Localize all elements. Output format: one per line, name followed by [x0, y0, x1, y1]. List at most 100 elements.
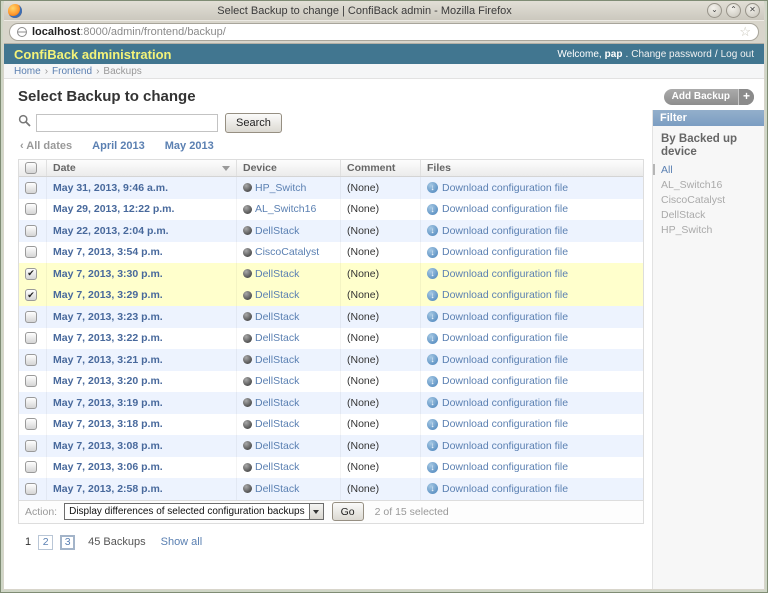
may-2013-link[interactable]: May 2013 — [165, 140, 214, 152]
download-link[interactable]: Download configuration file — [442, 397, 568, 409]
page-3-link[interactable]: 3 — [60, 535, 75, 550]
device-link[interactable]: HP_Switch — [255, 182, 306, 194]
download-link[interactable]: Download configuration file — [442, 461, 568, 473]
row-checkbox[interactable]: ✔ — [25, 268, 37, 280]
row-checkbox[interactable] — [25, 397, 37, 409]
row-checkbox[interactable] — [25, 246, 37, 258]
search-toolbar: Search — [18, 113, 648, 133]
row-checkbox[interactable] — [25, 311, 37, 323]
window-shade-button[interactable]: ⌄ — [707, 3, 722, 18]
device-link[interactable]: DellStack — [255, 440, 299, 452]
filter-option[interactable]: HP_Switch — [653, 222, 764, 237]
window-maximize-button[interactable]: ⌃ — [726, 3, 741, 18]
search-input[interactable] — [36, 114, 218, 132]
device-link[interactable]: DellStack — [255, 268, 299, 280]
window-close-button[interactable]: ✕ — [745, 3, 760, 18]
row-checkbox[interactable] — [25, 418, 37, 430]
device-link[interactable]: DellStack — [255, 289, 299, 301]
download-link[interactable]: Download configuration file — [442, 182, 568, 194]
download-link[interactable]: Download configuration file — [442, 354, 568, 366]
row-checkbox[interactable] — [25, 203, 37, 215]
bookmark-star-icon[interactable]: ☆ — [739, 27, 751, 37]
device-link[interactable]: CiscoCatalyst — [255, 246, 319, 258]
download-link[interactable]: Download configuration file — [442, 440, 568, 452]
device-link[interactable]: DellStack — [255, 354, 299, 366]
logout-link[interactable]: Log out — [721, 49, 754, 60]
row-checkbox[interactable] — [25, 375, 37, 387]
download-link[interactable]: Download configuration file — [442, 203, 568, 215]
backups-table: Date Device Comment Files May 31, 2013, … — [18, 159, 644, 524]
filter-option[interactable]: All — [653, 162, 764, 177]
backup-date-link[interactable]: May 31, 2013, 9:46 a.m. — [53, 182, 168, 194]
device-link[interactable]: DellStack — [255, 332, 299, 344]
url-bar[interactable]: localhost :8000/admin/frontend/backup/ ☆ — [9, 23, 759, 41]
backup-date-link[interactable]: May 7, 2013, 3:06 p.m. — [53, 461, 163, 473]
breadcrumb-frontend[interactable]: Frontend — [52, 66, 92, 77]
row-checkbox[interactable] — [25, 354, 37, 366]
all-dates-link[interactable]: ‹ All dates — [20, 140, 72, 152]
row-checkbox[interactable] — [25, 483, 37, 495]
filter-option[interactable]: DellStack — [653, 207, 764, 222]
files-cell: ↓Download configuration file — [421, 349, 643, 371]
backup-date-link[interactable]: May 7, 2013, 3:54 p.m. — [53, 246, 163, 258]
row-checkbox[interactable]: ✔ — [25, 289, 37, 301]
backup-date-link[interactable]: May 7, 2013, 3:18 p.m. — [53, 418, 163, 430]
device-link[interactable]: DellStack — [255, 311, 299, 323]
download-link[interactable]: Download configuration file — [442, 375, 568, 387]
device-link[interactable]: DellStack — [255, 225, 299, 237]
download-link[interactable]: Download configuration file — [442, 246, 568, 258]
row-checkbox[interactable] — [25, 461, 37, 473]
show-all-link[interactable]: Show all — [161, 536, 203, 548]
backup-date-link[interactable]: May 7, 2013, 3:20 p.m. — [53, 375, 163, 387]
welcome-text: Welcome, — [557, 49, 601, 60]
download-link[interactable]: Download configuration file — [442, 332, 568, 344]
device-cell: DellStack — [237, 392, 341, 414]
download-link[interactable]: Download configuration file — [442, 268, 568, 280]
download-link[interactable]: Download configuration file — [442, 289, 568, 301]
device-link[interactable]: DellStack — [255, 397, 299, 409]
site-branding[interactable]: ConfiBack administration — [14, 47, 171, 62]
row-checkbox[interactable] — [25, 225, 37, 237]
row-checkbox[interactable] — [25, 440, 37, 452]
device-link[interactable]: AL_Switch16 — [255, 203, 316, 215]
firefox-window: Select Backup to change | ConfiBack admi… — [0, 0, 768, 593]
files-cell: ↓Download configuration file — [421, 478, 643, 500]
add-backup-button[interactable]: Add Backup + — [664, 89, 754, 105]
page-2-link[interactable]: 2 — [38, 535, 53, 550]
change-password-link[interactable]: Change password — [631, 49, 712, 60]
backup-date-link[interactable]: May 7, 2013, 3:19 p.m. — [53, 397, 163, 409]
backup-date-link[interactable]: May 22, 2013, 2:04 p.m. — [53, 225, 169, 237]
backup-date-link[interactable]: May 7, 2013, 3:30 p.m. — [53, 268, 163, 280]
backup-date-link[interactable]: May 29, 2013, 12:22 p.m. — [53, 203, 174, 215]
backup-date-link[interactable]: May 7, 2013, 3:08 p.m. — [53, 440, 163, 452]
row-checkbox[interactable] — [25, 332, 37, 344]
device-link[interactable]: DellStack — [255, 375, 299, 387]
go-button[interactable]: Go — [332, 502, 364, 521]
backup-date-link[interactable]: May 7, 2013, 3:22 p.m. — [53, 332, 163, 344]
backup-date-link[interactable]: May 7, 2013, 3:23 p.m. — [53, 311, 163, 323]
breadcrumb-home[interactable]: Home — [14, 66, 41, 77]
row-checkbox[interactable] — [25, 182, 37, 194]
checkbox-cell — [19, 177, 47, 199]
search-button[interactable]: Search — [225, 113, 282, 133]
comment-column-header: Comment — [341, 160, 421, 176]
select-all-checkbox[interactable] — [25, 162, 37, 174]
backup-date-link[interactable]: May 7, 2013, 2:58 p.m. — [53, 483, 163, 495]
device-link[interactable]: DellStack — [255, 461, 299, 473]
backup-date-link[interactable]: May 7, 2013, 3:29 p.m. — [53, 289, 163, 301]
download-link[interactable]: Download configuration file — [442, 418, 568, 430]
date-column-header[interactable]: Date — [47, 160, 237, 176]
backup-date-link[interactable]: May 7, 2013, 3:21 p.m. — [53, 354, 163, 366]
action-select[interactable]: Display differences of selected configur… — [64, 503, 324, 520]
download-link[interactable]: Download configuration file — [442, 311, 568, 323]
filter-option[interactable]: CiscoCatalyst — [653, 192, 764, 207]
device-link[interactable]: DellStack — [255, 418, 299, 430]
device-link[interactable]: DellStack — [255, 483, 299, 495]
download-link[interactable]: Download configuration file — [442, 483, 568, 495]
date-cell: May 7, 2013, 3:21 p.m. — [47, 349, 237, 371]
comment-cell: (None) — [341, 263, 421, 285]
download-link[interactable]: Download configuration file — [442, 225, 568, 237]
device-icon — [243, 291, 252, 300]
april-2013-link[interactable]: April 2013 — [92, 140, 145, 152]
filter-option[interactable]: AL_Switch16 — [653, 177, 764, 192]
